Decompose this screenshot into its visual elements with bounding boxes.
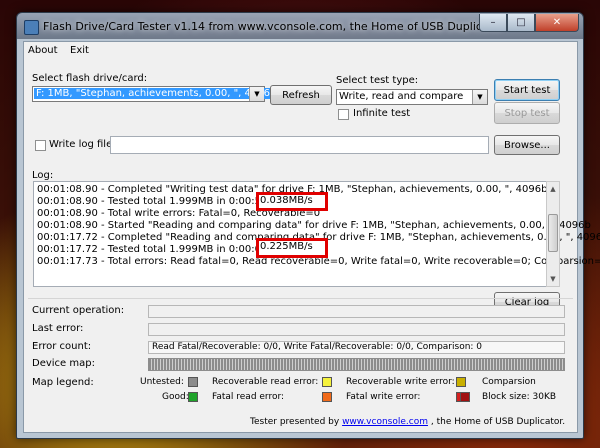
browse-button[interactable]: Browse... [494, 135, 560, 155]
legend-fatal-read-label: Fatal read error: [212, 392, 285, 402]
footer-suffix: , the Home of USB Duplicator. [430, 417, 566, 427]
menu-bar: About Exit [24, 42, 577, 60]
drive-select[interactable]: F: 1MB, "Stephan, achievements, 0.00, ",… [32, 86, 279, 102]
legend-fatal-write-label: Fatal write error: [346, 392, 421, 402]
error-count-field: Read Fatal/Recoverable: 0/0, Write Fatal… [148, 341, 565, 354]
write-log-label: Write log file [49, 139, 113, 150]
read-speed-highlight: 0.225MB/s [256, 238, 328, 258]
chevron-down-icon: ▼ [249, 87, 264, 101]
map-legend-label: Map legend: [32, 377, 94, 388]
last-error-label: Last error: [32, 323, 84, 334]
current-operation-label: Current operation: [32, 305, 125, 316]
legend-fatal-read-swatch [322, 392, 332, 402]
menu-about[interactable]: About [28, 45, 58, 56]
legend-recoverable-read-label: Recoverable read error: [212, 377, 319, 387]
legend-recoverable-write-swatch [456, 377, 466, 387]
close-icon: ✕ [552, 17, 562, 28]
legend-recoverable-read-swatch [322, 377, 332, 387]
device-map [148, 358, 565, 371]
maximize-button[interactable]: □ [507, 14, 535, 32]
log-label: Log: [32, 170, 54, 181]
menu-exit[interactable]: Exit [70, 45, 89, 56]
close-button[interactable]: ✕ [535, 14, 579, 32]
legend-good-label: Good: [162, 392, 189, 402]
maximize-icon: □ [516, 17, 526, 28]
window-title: Flash Drive/Card Tester v1.14 from www.v… [43, 20, 505, 33]
chevron-down-icon: ▼ [472, 90, 487, 104]
scroll-up-icon[interactable]: ▲ [548, 183, 558, 195]
legend-good-swatch [188, 392, 198, 402]
client-area: About Exit Select flash drive/card: F: 1… [23, 41, 600, 433]
write-speed-value: 0.038MB/s [260, 195, 313, 206]
log-scrollbar[interactable]: ▲ ▼ [546, 181, 560, 287]
device-map-label: Device map: [32, 358, 95, 369]
infinite-test-label: Infinite test [353, 108, 411, 119]
start-test-button[interactable]: Start test [494, 79, 560, 101]
title-bar[interactable]: Flash Drive/Card Tester v1.14 from www.v… [17, 13, 583, 41]
read-speed-value: 0.225MB/s [260, 241, 313, 252]
legend-comparsion-label: Comparsion [482, 377, 536, 387]
log-line: 00:01:08.90 - Started "Reading and compa… [37, 220, 591, 231]
scroll-down-icon[interactable]: ▼ [548, 273, 558, 285]
footer-prefix: Tester presented by [250, 417, 340, 427]
vconsole-link[interactable]: www.vconsole.com [342, 417, 428, 427]
legend-recoverable-write-label: Recoverable write error: [346, 377, 455, 387]
write-log-checkbox[interactable] [35, 140, 46, 151]
test-type-label: Select test type: [336, 75, 419, 86]
test-type-select[interactable]: Write, read and compare ▼ [336, 89, 488, 105]
error-count-label: Error count: [32, 341, 92, 352]
app-window: Flash Drive/Card Tester v1.14 from www.v… [16, 12, 600, 439]
drive-select-label: Select flash drive/card: [32, 73, 148, 84]
caption-buttons: – □ ✕ [479, 14, 579, 32]
write-speed-highlight: 0.038MB/s [256, 192, 328, 211]
minimize-button[interactable]: – [479, 14, 507, 32]
scroll-thumb[interactable] [548, 214, 558, 252]
drive-select-value: F: 1MB, "Stephan, achievements, 0.00, ",… [34, 88, 279, 99]
log-output[interactable]: 00:01:08.90 - Completed "Writing test da… [33, 181, 600, 287]
app-icon [24, 20, 39, 35]
legend-untested-swatch [188, 377, 198, 387]
log-file-path-input[interactable] [110, 136, 489, 154]
log-line: 00:01:08.90 - Tested total 1.999MB in 0:… [37, 196, 292, 207]
legend-comparsion-swatch [460, 392, 470, 402]
footer: Tester presented by www.vconsole.com , t… [250, 417, 565, 427]
minimize-icon: – [490, 17, 496, 28]
log-line: 00:01:17.72 - Tested total 1.999MB in 0:… [37, 244, 292, 255]
divider [28, 298, 573, 299]
infinite-test-checkbox[interactable] [338, 109, 349, 120]
last-error-field [148, 323, 565, 336]
stop-test-button[interactable]: Stop test [494, 102, 560, 124]
current-operation-field [148, 305, 565, 318]
legend-block-size: Block size: 30KB [482, 392, 557, 402]
refresh-button[interactable]: Refresh [270, 85, 332, 105]
test-type-value: Write, read and compare [339, 91, 464, 102]
legend-untested-label: Untested: [140, 377, 184, 387]
